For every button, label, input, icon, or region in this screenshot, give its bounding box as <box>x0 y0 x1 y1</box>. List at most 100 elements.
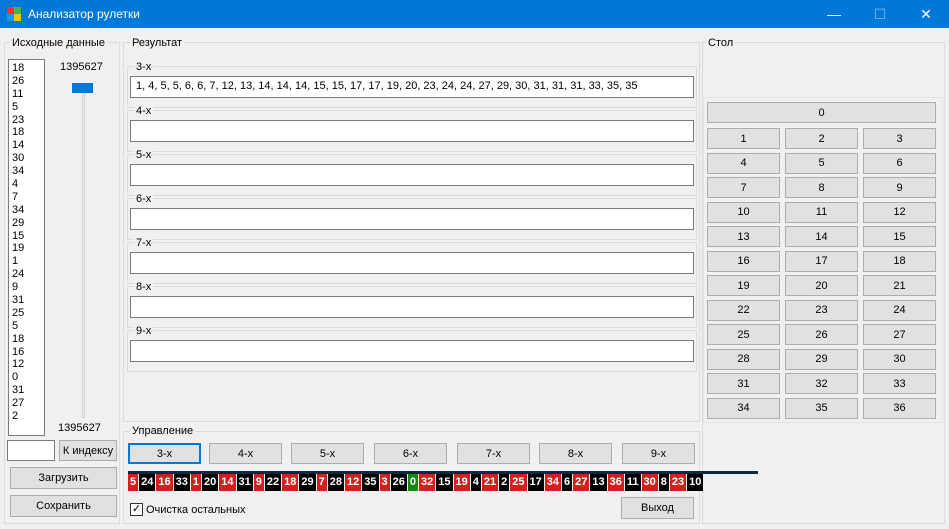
analyze-button[interactable]: 6-х <box>374 443 447 464</box>
spin-history-cell: 19 <box>453 474 470 491</box>
to-index-button[interactable]: К индексу <box>59 440 117 461</box>
table-number-button[interactable]: 22 <box>707 299 780 321</box>
table-number-button[interactable]: 30 <box>863 348 936 370</box>
result-subgroup-label: 5-х <box>134 149 154 162</box>
result-textbox[interactable]: 1, 4, 5, 5, 6, 6, 7, 12, 13, 14, 14, 14,… <box>130 76 694 98</box>
table-number-button[interactable]: 15 <box>863 226 936 247</box>
exit-button[interactable]: Выход <box>621 497 694 519</box>
result-textbox[interactable] <box>130 252 694 274</box>
table-number-button[interactable]: 36 <box>863 397 936 419</box>
source-listbox[interactable]: 18 26 11 5 23 18 14 30 34 4 7 34 29 15 19 1 24 9 31 25 5 18 16… <box>8 59 45 436</box>
title-bar[interactable]: Анализатор рулетки — ☐ ✕ <box>0 0 949 28</box>
list-item[interactable]: 30 <box>12 152 44 165</box>
list-item[interactable]: 18 <box>12 62 44 75</box>
table-number-button[interactable]: 34 <box>707 397 780 419</box>
close-button[interactable]: ✕ <box>903 0 949 28</box>
list-item[interactable]: 4 <box>12 178 44 191</box>
index-input[interactable] <box>7 440 55 461</box>
spin-history-cell: 14 <box>219 474 236 491</box>
control-group-title: Управление <box>130 425 196 438</box>
table-number-button[interactable]: 21 <box>863 275 936 296</box>
spin-history-cell: 31 <box>236 474 253 491</box>
list-item[interactable]: 31 <box>12 384 44 397</box>
table-number-button[interactable]: 2 <box>785 128 858 149</box>
table-number-button[interactable]: 12 <box>863 201 936 223</box>
table-number-button[interactable]: 28 <box>707 348 780 370</box>
table-number-button[interactable]: 3 <box>863 128 936 149</box>
list-item[interactable]: 5 <box>12 320 44 333</box>
list-item[interactable]: 7 <box>12 191 44 204</box>
table-number-button[interactable]: 9 <box>863 177 936 198</box>
table-number-button[interactable]: 20 <box>785 275 858 296</box>
spin-history-cell: 36 <box>607 474 624 491</box>
list-item[interactable]: 26 <box>12 75 44 88</box>
table-number-button[interactable]: 5 <box>785 152 858 174</box>
table-number-button[interactable]: 23 <box>785 299 858 321</box>
list-item[interactable]: 15 <box>12 230 44 243</box>
analyze-button[interactable]: 9-х <box>622 443 695 464</box>
table-number-button[interactable]: 4 <box>707 152 780 174</box>
list-item[interactable]: 1 <box>12 255 44 268</box>
list-item[interactable]: 0 <box>12 371 44 384</box>
clear-others-checkbox[interactable]: ✓ <box>130 503 143 516</box>
result-textbox[interactable] <box>130 120 694 142</box>
table-number-button[interactable]: 10 <box>707 201 780 223</box>
analyze-button[interactable]: 7-х <box>457 443 530 464</box>
minimize-button[interactable]: — <box>811 0 857 28</box>
table-number-0[interactable]: 0 <box>707 102 936 123</box>
list-item[interactable]: 2 <box>12 410 44 423</box>
load-button[interactable]: Загрузить <box>10 467 117 489</box>
analyze-button[interactable]: 3-х <box>128 443 201 464</box>
list-item[interactable]: 5 <box>12 101 44 114</box>
table-number-button[interactable]: 24 <box>863 299 936 321</box>
list-item[interactable]: 34 <box>12 165 44 178</box>
list-item[interactable]: 14 <box>12 139 44 152</box>
list-item[interactable]: 18 <box>12 333 44 346</box>
result-textbox[interactable] <box>130 164 694 186</box>
save-button[interactable]: Сохранить <box>10 495 117 517</box>
list-item[interactable]: 27 <box>12 397 44 410</box>
table-number-button[interactable]: 18 <box>863 250 936 272</box>
table-number-button[interactable]: 35 <box>785 397 858 419</box>
table-number-button[interactable]: 32 <box>785 373 858 394</box>
slider-thumb[interactable] <box>72 83 93 93</box>
list-item[interactable]: 12 <box>12 358 44 371</box>
list-item[interactable]: 34 <box>12 204 44 217</box>
analyze-button[interactable]: 8-х <box>539 443 612 464</box>
result-textbox[interactable] <box>130 208 694 230</box>
table-number-button[interactable]: 26 <box>785 324 858 345</box>
list-item[interactable]: 18 <box>12 126 44 139</box>
table-number-button[interactable]: 33 <box>863 373 936 394</box>
spin-history-cell: 4 <box>470 474 481 491</box>
analyze-button[interactable]: 5-х <box>291 443 364 464</box>
list-item[interactable]: 25 <box>12 307 44 320</box>
analyze-button[interactable]: 4-х <box>209 443 282 464</box>
list-item[interactable]: 9 <box>12 281 44 294</box>
list-item[interactable]: 16 <box>12 346 44 359</box>
table-number-button[interactable]: 8 <box>785 177 858 198</box>
table-number-button[interactable]: 29 <box>785 348 858 370</box>
table-number-button[interactable]: 14 <box>785 226 858 247</box>
list-item[interactable]: 24 <box>12 268 44 281</box>
list-item[interactable]: 19 <box>12 242 44 255</box>
table-number-button[interactable]: 19 <box>707 275 780 296</box>
list-item[interactable]: 23 <box>12 114 44 127</box>
spin-history-cell: 10 <box>687 474 704 491</box>
table-number-button[interactable]: 11 <box>785 201 858 223</box>
list-item[interactable]: 29 <box>12 217 44 230</box>
table-number-button[interactable]: 13 <box>707 226 780 247</box>
table-number-button[interactable]: 31 <box>707 373 780 394</box>
table-number-button[interactable]: 27 <box>863 324 936 345</box>
list-item[interactable]: 31 <box>12 294 44 307</box>
table-number-button[interactable]: 17 <box>785 250 858 272</box>
table-number-button[interactable]: 16 <box>707 250 780 272</box>
list-item[interactable]: 11 <box>12 88 44 101</box>
table-number-button[interactable]: 7 <box>707 177 780 198</box>
slider-track[interactable] <box>82 90 85 418</box>
maximize-button[interactable]: ☐ <box>857 0 903 28</box>
table-number-button[interactable]: 1 <box>707 128 780 149</box>
table-number-button[interactable]: 25 <box>707 324 780 345</box>
table-number-button[interactable]: 6 <box>863 152 936 174</box>
result-textbox[interactable] <box>130 340 694 362</box>
result-textbox[interactable] <box>130 296 694 318</box>
